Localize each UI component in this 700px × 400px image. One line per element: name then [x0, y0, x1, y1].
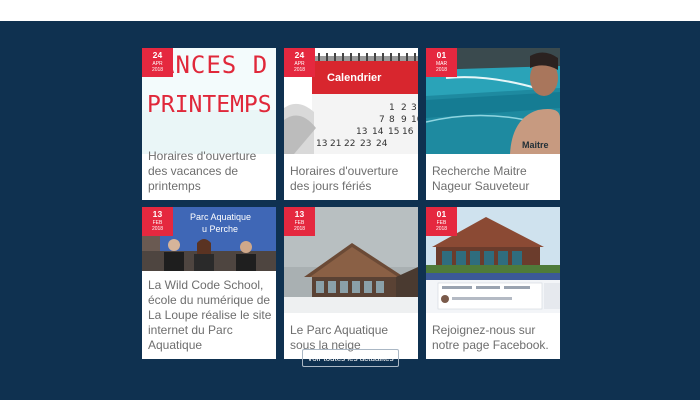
- date-badge: 13 FEB 2018: [284, 207, 315, 236]
- date-badge: 24 APR 2018: [284, 48, 315, 77]
- page: ANCES D PRINTEMPS 24 APR 2018 Horaires d…: [0, 0, 700, 400]
- news-title[interactable]: Recherche Maitre Nageur Sauveteur: [432, 164, 556, 194]
- news-title[interactable]: Rejoignez-nous sur notre page Facebook.: [432, 323, 556, 353]
- news-title[interactable]: La Wild Code School, école du numérique …: [148, 278, 272, 353]
- date-day: 13: [294, 209, 305, 219]
- image-caption: Parc Aquatique: [190, 212, 252, 222]
- image-caption: Maitre: [522, 140, 549, 150]
- svg-text:23: 23: [360, 139, 371, 149]
- news-grid: ANCES D PRINTEMPS 24 APR 2018 Horaires d…: [142, 48, 560, 359]
- date-day: 24: [294, 50, 305, 60]
- image-caption: u Perche: [202, 224, 239, 234]
- news-card[interactable]: 123 78910 13141516 1321222324 Calendrier…: [284, 48, 418, 200]
- date-day: 01: [436, 50, 447, 60]
- svg-text:22: 22: [344, 139, 355, 149]
- svg-text:16: 16: [402, 127, 414, 137]
- date-month: APR: [294, 60, 305, 67]
- date-month: MAR: [435, 60, 448, 67]
- date-month: FEB: [294, 219, 305, 226]
- news-card[interactable]: Maitre 01 MAR 2018 Recherche Maitre Nage…: [426, 48, 560, 200]
- date-badge: 01 MAR 2018: [426, 48, 457, 77]
- image-caption: PRINTEMPS: [147, 92, 272, 118]
- svg-text:1: 1: [389, 103, 395, 113]
- date-day: 24: [152, 50, 163, 60]
- news-card[interactable]: 01 FEB 2018 Rejoignez-nous sur notre pag…: [426, 207, 560, 359]
- date-year: 2018: [293, 225, 306, 232]
- date-day: 13: [152, 209, 163, 219]
- image-caption: ANCES D: [160, 51, 269, 79]
- date-month: APR: [152, 60, 163, 67]
- image-caption: Calendrier: [327, 72, 382, 84]
- date-year: 2018: [293, 66, 306, 73]
- date-month: FEB: [152, 219, 163, 226]
- news-title[interactable]: Horaires d'ouverture des vacances de pri…: [148, 149, 272, 194]
- svg-text:8: 8: [389, 115, 395, 125]
- date-badge: 01 FEB 2018: [426, 207, 457, 236]
- svg-text:7: 7: [379, 115, 385, 125]
- date-day: 01: [436, 209, 447, 219]
- news-section: ANCES D PRINTEMPS 24 APR 2018 Horaires d…: [0, 21, 700, 400]
- date-month: FEB: [436, 219, 447, 226]
- date-year: 2018: [151, 225, 164, 232]
- date-badge: 13 FEB 2018: [142, 207, 173, 236]
- svg-text:10: 10: [411, 115, 418, 125]
- news-card[interactable]: ANCES D PRINTEMPS 24 APR 2018 Horaires d…: [142, 48, 276, 200]
- svg-text:14: 14: [372, 127, 384, 137]
- news-card[interactable]: Parc Aquatique u Perche 13 FEB 2018 La W…: [142, 207, 276, 359]
- svg-text:3: 3: [411, 103, 417, 113]
- date-badge: 24 APR 2018: [142, 48, 173, 77]
- news-card[interactable]: 13 FEB 2018 Le Parc Aquatique sous la ne…: [284, 207, 418, 359]
- date-year: 2018: [435, 66, 448, 73]
- svg-text:13: 13: [316, 139, 327, 149]
- svg-text:2: 2: [401, 103, 407, 113]
- date-year: 2018: [435, 225, 448, 232]
- svg-text:9: 9: [401, 115, 407, 125]
- svg-text:21: 21: [330, 139, 341, 149]
- news-title[interactable]: Horaires d'ouverture des jours fériés: [290, 164, 414, 194]
- date-year: 2018: [151, 66, 164, 73]
- svg-text:15: 15: [388, 127, 399, 137]
- svg-text:24: 24: [376, 139, 388, 149]
- all-news-button[interactable]: Voir toutes les actualités: [302, 349, 399, 367]
- svg-text:13: 13: [356, 127, 367, 137]
